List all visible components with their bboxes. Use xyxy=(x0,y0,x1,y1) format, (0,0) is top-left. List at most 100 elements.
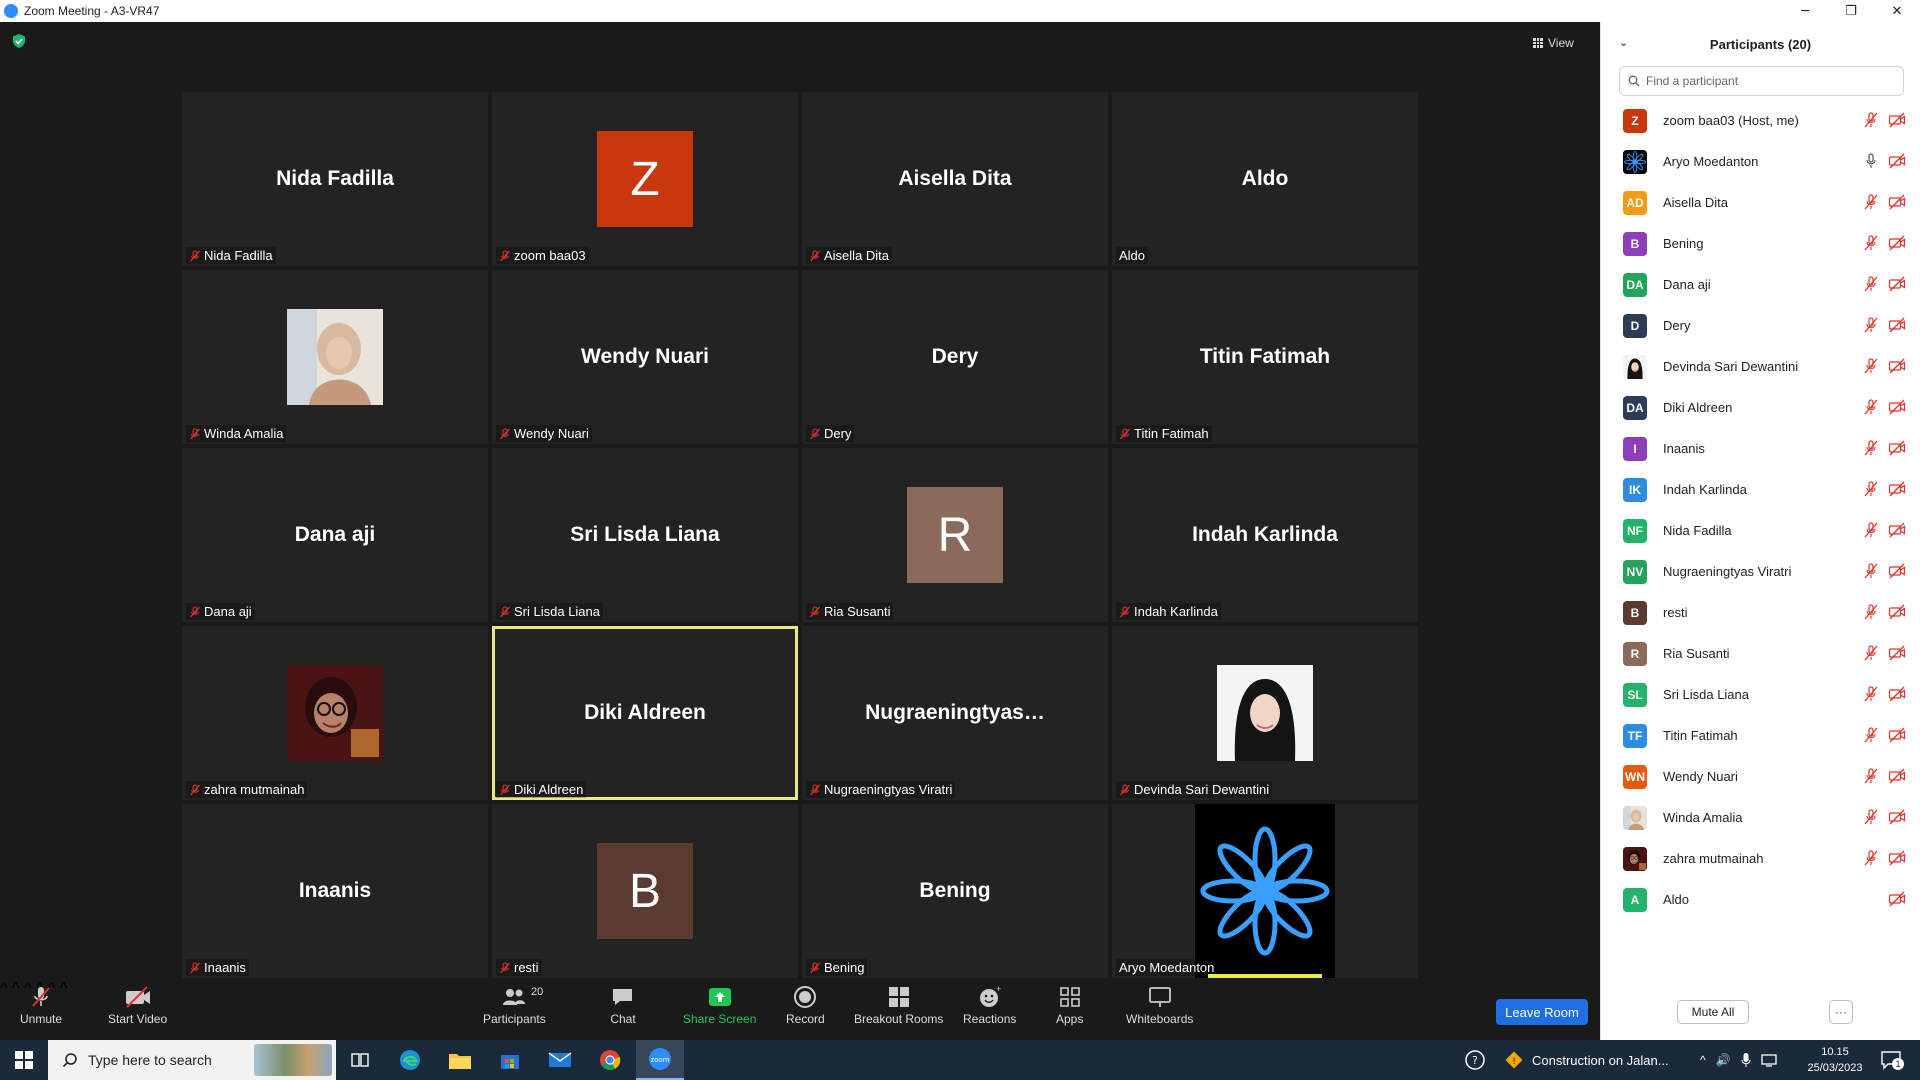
video-tile[interactable]: Dery Dery xyxy=(802,270,1108,444)
participant-row[interactable]: WN Wendy Nuari xyxy=(1601,756,1920,797)
participant-row[interactable]: NF Nida Fadilla xyxy=(1601,510,1920,551)
video-off-icon[interactable] xyxy=(1888,645,1906,661)
video-off-icon[interactable] xyxy=(1888,358,1906,374)
mic-muted-icon[interactable] xyxy=(1862,481,1880,497)
notification-center-button[interactable]: 1 xyxy=(1880,1040,1904,1080)
mic-muted-icon[interactable] xyxy=(1862,645,1880,661)
mic-muted-icon[interactable] xyxy=(1862,194,1880,210)
video-tile[interactable]: Titin Fatimah Titin Fatimah xyxy=(1112,270,1418,444)
participant-row[interactable]: A Aldo xyxy=(1601,879,1920,920)
encryption-shield-icon[interactable] xyxy=(11,33,27,49)
participant-row[interactable]: zahra mutmainah xyxy=(1601,838,1920,879)
taskbar-search-box[interactable]: Type here to search xyxy=(48,1040,336,1080)
reactions-button[interactable]: + Reactions xyxy=(963,984,1016,1026)
video-tile[interactable]: Aldo Aldo xyxy=(1112,92,1418,266)
close-window-button[interactable]: ✕ xyxy=(1874,0,1920,22)
participant-row[interactable]: D Dery xyxy=(1601,305,1920,346)
video-options-caret[interactable]: ^ xyxy=(12,980,20,997)
file-explorer-icon[interactable] xyxy=(436,1040,484,1080)
participant-row[interactable]: Devinda Sari Dewantini xyxy=(1601,346,1920,387)
participant-row[interactable]: AD Aisella Dita xyxy=(1601,182,1920,223)
show-hidden-icons-chevron-icon[interactable]: ^ xyxy=(1700,1053,1706,1067)
participant-row[interactable]: Winda Amalia xyxy=(1601,797,1920,838)
video-off-icon[interactable] xyxy=(1888,276,1906,292)
video-tile[interactable]: Winda Amalia xyxy=(182,270,488,444)
video-tile[interactable]: Dana aji Dana aji xyxy=(182,448,488,622)
participant-row[interactable]: IK Indah Karlinda xyxy=(1601,469,1920,510)
share-screen-button[interactable]: Share Screen xyxy=(683,984,756,1026)
mic-muted-icon[interactable] xyxy=(1862,358,1880,374)
mail-icon[interactable] xyxy=(536,1040,584,1080)
video-off-icon[interactable] xyxy=(1888,604,1906,620)
network-icon[interactable] xyxy=(1760,1053,1777,1067)
taskbar-clock[interactable]: 10.15 25/03/2023 xyxy=(1800,1044,1870,1076)
mic-muted-icon[interactable] xyxy=(1862,768,1880,784)
video-off-icon[interactable] xyxy=(1888,112,1906,128)
mic-muted-icon[interactable] xyxy=(1862,604,1880,620)
task-view-icon[interactable] xyxy=(336,1040,384,1080)
start-video-button[interactable]: Start Video xyxy=(108,984,167,1026)
participant-row[interactable]: NV Nugraeningtyas Viratri xyxy=(1601,551,1920,592)
chat-button[interactable]: Chat xyxy=(610,984,636,1026)
chrome-icon[interactable] xyxy=(586,1040,634,1080)
video-off-icon[interactable] xyxy=(1888,768,1906,784)
video-off-icon[interactable] xyxy=(1888,481,1906,497)
video-tile[interactable]: Bening Bening xyxy=(802,804,1108,978)
video-tile[interactable]: Aryo Moedanton xyxy=(1112,804,1418,978)
mic-muted-icon[interactable] xyxy=(1862,317,1880,333)
mic-muted-icon[interactable] xyxy=(1862,809,1880,825)
video-tile[interactable]: Nida Fadilla Nida Fadilla xyxy=(182,92,488,266)
video-tile[interactable]: Sri Lisda Liana Sri Lisda Liana xyxy=(492,448,798,622)
mic-muted-icon[interactable] xyxy=(1862,235,1880,251)
video-off-icon[interactable] xyxy=(1888,399,1906,415)
video-off-icon[interactable] xyxy=(1888,522,1906,538)
video-tile[interactable]: Indah Karlinda Indah Karlinda xyxy=(1112,448,1418,622)
participant-row[interactable]: Aryo Moedanton xyxy=(1601,141,1920,182)
participant-row[interactable]: B Bening xyxy=(1601,223,1920,264)
zoom-taskbar-icon[interactable]: zoom xyxy=(636,1040,684,1080)
participant-row[interactable]: TF Titin Fatimah xyxy=(1601,715,1920,756)
help-icon[interactable]: ? xyxy=(1464,1040,1486,1080)
video-off-icon[interactable] xyxy=(1888,850,1906,866)
participant-row[interactable]: SL Sri Lisda Liana xyxy=(1601,674,1920,715)
video-tile[interactable]: zahra mutmainah xyxy=(182,626,488,800)
apps-button[interactable]: Apps xyxy=(1056,984,1083,1026)
video-off-icon[interactable] xyxy=(1888,317,1906,333)
participant-row[interactable]: Bresti xyxy=(1601,592,1920,633)
microsoft-store-icon[interactable] xyxy=(486,1040,534,1080)
mic-muted-icon[interactable] xyxy=(1862,850,1880,866)
minimize-button[interactable]: ─ xyxy=(1782,0,1828,22)
video-off-icon[interactable] xyxy=(1888,563,1906,579)
video-off-icon[interactable] xyxy=(1888,727,1906,743)
find-participant-input[interactable]: Find a participant xyxy=(1619,66,1904,96)
mic-muted-icon[interactable] xyxy=(1862,112,1880,128)
video-off-icon[interactable] xyxy=(1888,235,1906,251)
participants-button[interactable]: 20 Participants xyxy=(483,984,546,1026)
whiteboards-button[interactable]: Whiteboards xyxy=(1126,984,1193,1026)
participant-row[interactable]: R Ria Susanti xyxy=(1601,633,1920,674)
participant-row[interactable]: I Inaanis xyxy=(1601,428,1920,469)
participant-row[interactable]: DA Dana aji xyxy=(1601,264,1920,305)
mic-muted-icon[interactable] xyxy=(1862,276,1880,292)
video-off-icon[interactable] xyxy=(1888,440,1906,456)
video-off-icon[interactable] xyxy=(1888,194,1906,210)
unmute-button[interactable]: Unmute xyxy=(20,984,62,1026)
microphone-icon[interactable] xyxy=(1741,1052,1751,1068)
restore-button[interactable]: ❐ xyxy=(1828,0,1874,22)
news-widget[interactable]: ! Construction on Jalan... xyxy=(1504,1040,1669,1080)
participant-row[interactable]: Zzoom baa03 (Host, me) xyxy=(1601,100,1920,141)
breakout-rooms-button[interactable]: Breakout Rooms xyxy=(854,984,943,1026)
mute-all-button[interactable]: Mute All xyxy=(1677,1000,1749,1024)
video-tile[interactable]: Devinda Sari Dewantini xyxy=(1112,626,1418,800)
record-button[interactable]: Record xyxy=(786,984,825,1026)
video-tile[interactable]: Bresti xyxy=(492,804,798,978)
mic-muted-icon[interactable] xyxy=(1862,522,1880,538)
view-button[interactable]: View xyxy=(1533,32,1593,54)
video-tile[interactable]: Nugraeningtyas… Nugraeningtyas Viratri xyxy=(802,626,1108,800)
video-tile[interactable]: R Ria Susanti xyxy=(802,448,1108,622)
mic-muted-icon[interactable] xyxy=(1862,399,1880,415)
mic-on-icon[interactable] xyxy=(1862,153,1880,169)
more-options-button[interactable]: ··· xyxy=(1829,1000,1853,1024)
speaker-icon[interactable]: 🔊 xyxy=(1716,1053,1731,1067)
collapse-panel-chevron-icon[interactable]: ⌄ xyxy=(1619,36,1628,49)
